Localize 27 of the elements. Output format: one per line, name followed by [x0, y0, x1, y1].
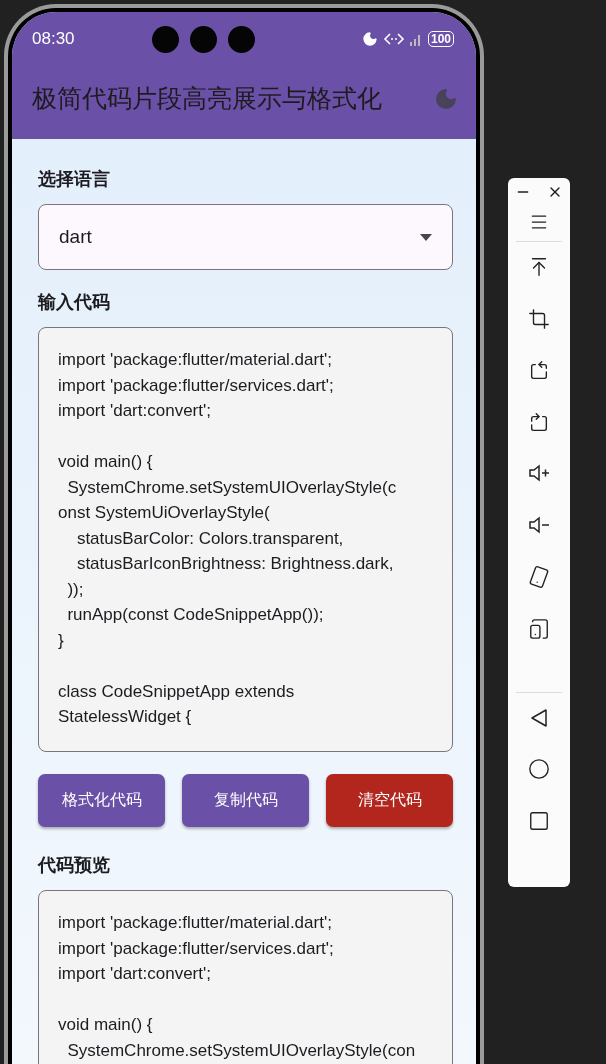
recents-icon[interactable]	[528, 810, 550, 832]
signal-icon	[382, 31, 423, 47]
volume-down-icon[interactable]	[528, 516, 550, 534]
section-label: 选择语言	[38, 167, 111, 191]
action-button[interactable]: 复制代码	[182, 774, 309, 827]
devices-icon[interactable]	[528, 618, 550, 640]
camera-lens	[151, 25, 179, 53]
moon-icon	[361, 31, 378, 47]
section-label: 代码预览	[38, 853, 111, 877]
action-button[interactable]: 清空代码	[326, 774, 453, 827]
volume-up-icon[interactable]	[528, 464, 550, 482]
section-label: 输入代码	[38, 290, 111, 314]
action-button[interactable]: 格式化代码	[38, 774, 165, 827]
caret-icon	[420, 233, 432, 241]
language-dropdown[interactable]: dart	[38, 204, 453, 270]
camera-lens	[227, 25, 255, 53]
code-preview-text: import 'package:flutter/material.dart'; import 'package:flutter/services.dart'; import 'dart:convert'; void main() { SystemChrome.setSystemUIOverlayStyle(con	[58, 912, 417, 1062]
camera-lens	[189, 25, 217, 53]
back-icon[interactable]	[530, 708, 548, 728]
rotate-left-icon[interactable]	[528, 360, 550, 382]
rotate-right-icon[interactable]	[528, 412, 550, 434]
home-icon[interactable]	[528, 758, 550, 780]
code-input-field[interactable]: import 'package:flutter/material.dart'; import 'package:flutter/services.dart'; import 'dart:convert'; void main() { SystemChrome.setSystemUIOverlayStyle(c onst SystemUiOverlayStyle( statusBarColor: Colors.transparent, statusBarIconBrightness: Brightness.dark, )); runApp(const CodeSnippetApp()); } class CodeSnippetApp extends StatelessWidget {	[38, 327, 453, 752]
status-time: 08:30	[32, 29, 75, 49]
app-title: 极简代码片段高亮展示与格式化	[32, 83, 382, 115]
battery-indicator: 100	[427, 31, 454, 47]
crop-icon[interactable]	[528, 308, 550, 330]
